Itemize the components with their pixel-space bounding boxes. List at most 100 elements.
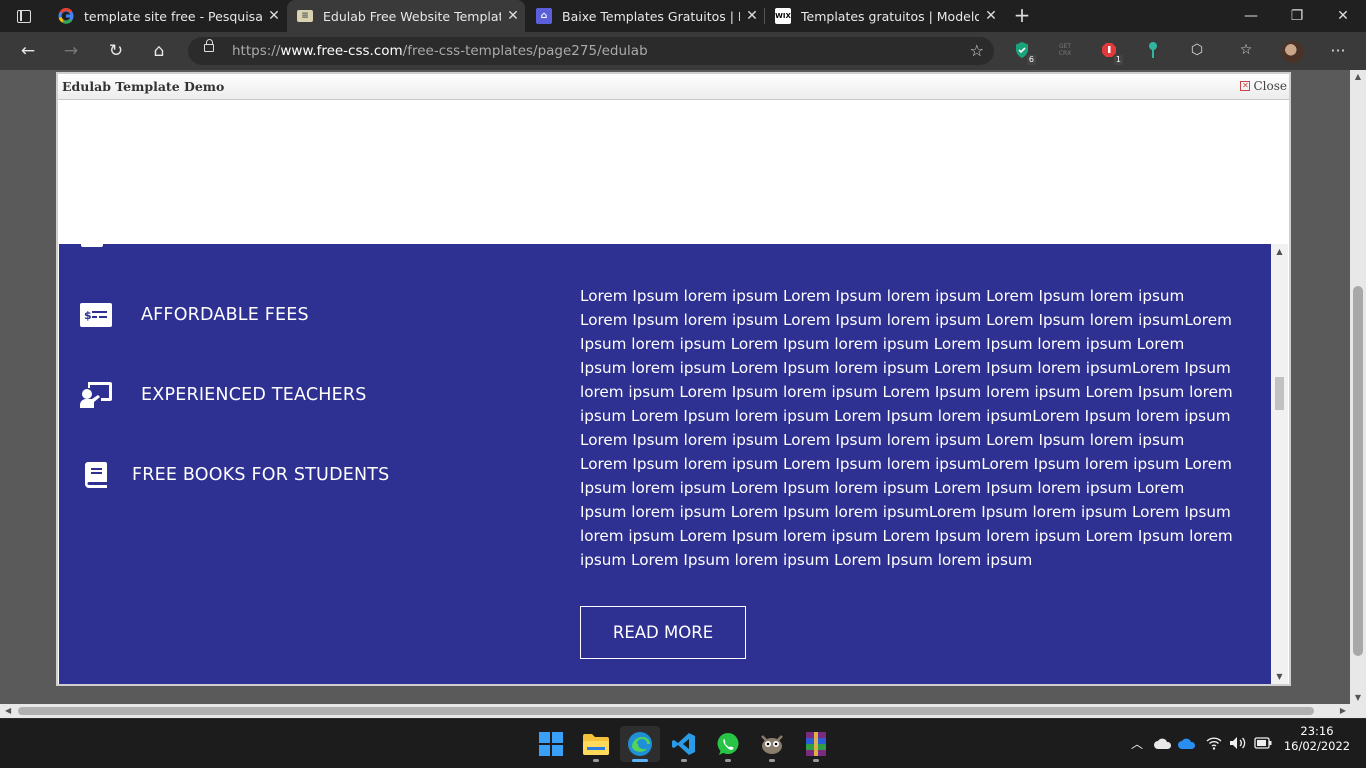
key-extension-icon[interactable] — [1141, 38, 1165, 62]
start-button[interactable] — [531, 726, 571, 762]
tab-baixe-templates[interactable]: ⌂ Baixe Templates Gratuitos | Down ✕ — [526, 0, 764, 32]
vscode-icon — [672, 733, 695, 755]
tab-google-search[interactable]: template site free - Pesquisa Goo ✕ — [48, 0, 286, 32]
frame-vertical-scrollbar[interactable]: ▲ ▼ — [1271, 244, 1288, 684]
book-icon — [80, 462, 112, 488]
tab-title: template site free - Pesquisa Goo — [84, 8, 262, 24]
tab-actions-button[interactable] — [0, 0, 48, 32]
running-indicator — [632, 759, 648, 762]
edge-button[interactable] — [620, 726, 660, 762]
tab-edulab[interactable]: ≡ Edulab Free Website Template | F ✕ — [287, 0, 525, 32]
running-indicator — [593, 759, 599, 762]
feature-label: EXPERIENCED TEACHERS — [141, 385, 367, 405]
feature-free-books: FREE BOOKS FOR STUDENTS — [80, 462, 390, 488]
forward-button[interactable]: → — [58, 39, 84, 63]
why-choose-us-section: $ AFFORDABLE FEES EXPERIENCED TEACHERS F… — [59, 244, 1271, 684]
profile-avatar[interactable] — [1282, 41, 1304, 63]
close-window-button[interactable]: ✕ — [1320, 0, 1366, 32]
tab-close-icon[interactable]: ✕ — [262, 8, 286, 24]
modal-close-button[interactable]: ✕ Close — [1240, 79, 1287, 93]
running-indicator — [681, 759, 687, 762]
add-favorite-icon[interactable]: ☆ — [970, 41, 984, 60]
lock-icon — [204, 39, 214, 52]
whatsapp-button[interactable] — [708, 726, 748, 762]
wifi-icon[interactable] — [1206, 736, 1222, 753]
tab-title: Baixe Templates Gratuitos | Down — [562, 8, 740, 24]
vscode-button[interactable] — [664, 726, 704, 762]
favorites-icon[interactable]: ☆ — [1234, 38, 1258, 62]
restore-button[interactable]: ❐ — [1274, 0, 1320, 32]
tab-close-icon[interactable]: ✕ — [501, 8, 525, 24]
browser-tab-bar: template site free - Pesquisa Goo ✕ ≡ Ed… — [0, 0, 1366, 32]
back-button[interactable]: ← — [15, 39, 41, 63]
address-bar[interactable]: https://www.free-css.com/free-css-templa… — [188, 37, 994, 65]
tab-wix-templates[interactable]: WIX Templates gratuitos | Modelos de ✕ — [765, 0, 1003, 32]
template-preview-frame: $ AFFORDABLE FEES EXPERIENCED TEACHERS F… — [59, 101, 1288, 684]
clock-time: 23:16 — [1300, 724, 1334, 738]
clock-date: 16/02/2022 — [1283, 739, 1351, 753]
show-hidden-icons[interactable]: ︿ — [1131, 735, 1143, 752]
extensions-puzzle-icon[interactable]: ⬡ — [1185, 38, 1209, 62]
scrollbar-thumb[interactable] — [1275, 377, 1284, 410]
file-explorer-button[interactable] — [576, 726, 616, 762]
scroll-right-icon[interactable]: ▶ — [1340, 704, 1346, 718]
page-vertical-scrollbar[interactable]: ▲ ▼ — [1350, 70, 1366, 704]
shield-extension-badge: 6 — [1026, 55, 1036, 65]
about-paragraph: Lorem Ipsum lorem ipsum Lorem Ipsum lore… — [580, 287, 1233, 569]
partial-icon — [81, 244, 103, 247]
new-tab-button[interactable]: + — [1010, 0, 1034, 32]
teacher-icon — [80, 382, 112, 408]
scrollbar-thumb[interactable] — [18, 707, 1314, 715]
file-explorer-icon — [583, 734, 609, 755]
start-icon — [539, 732, 563, 756]
winrar-button[interactable] — [796, 726, 836, 762]
svg-text:$: $ — [84, 309, 92, 322]
edge-icon — [628, 732, 652, 756]
running-indicator — [769, 759, 775, 762]
refresh-button[interactable]: ↻ — [103, 39, 129, 63]
google-icon — [58, 8, 74, 24]
get-crx-label: GET CRX — [1058, 43, 1072, 57]
wix-icon: WIX — [775, 8, 791, 24]
tab-close-icon[interactable]: ✕ — [979, 8, 1003, 24]
volume-icon[interactable] — [1229, 736, 1247, 753]
scroll-up-icon[interactable]: ▲ — [1350, 72, 1366, 81]
feature-affordable-fees: $ AFFORDABLE FEES — [80, 302, 309, 328]
scroll-down-icon[interactable]: ▼ — [1271, 672, 1288, 681]
more-menu-icon[interactable]: ··· — [1326, 38, 1350, 62]
feature-experienced-teachers: EXPERIENCED TEACHERS — [80, 382, 367, 408]
page-horizontal-scrollbar[interactable]: ◀ ▶ — [0, 704, 1366, 718]
scrollbar-thumb[interactable] — [1353, 286, 1363, 656]
read-more-button[interactable]: READ MORE — [580, 606, 746, 659]
adblock-badge: 1 — [1113, 55, 1123, 65]
system-clock[interactable]: 23:16 16/02/2022 — [1280, 724, 1354, 754]
minimize-button[interactable]: — — [1228, 0, 1274, 32]
home-button[interactable]: ⌂ — [146, 39, 172, 63]
adblock-icon[interactable]: 1 — [1097, 38, 1123, 65]
scroll-down-icon[interactable]: ▼ — [1350, 693, 1366, 702]
url-path: /free-css-templates/page275/edulab — [402, 43, 648, 59]
shield-extension-icon[interactable]: 6 — [1010, 38, 1036, 65]
get-crx-icon[interactable]: GET CRX — [1053, 38, 1077, 62]
running-indicator — [813, 759, 819, 762]
money-bill-icon: $ — [80, 302, 112, 328]
tab-close-icon[interactable]: ✕ — [740, 8, 764, 24]
modal-header: Edulab Template Demo ✕ Close — [58, 74, 1289, 100]
feature-label: AFFORDABLE FEES — [141, 305, 309, 325]
tab-title: Edulab Free Website Template | F — [323, 8, 501, 24]
onedrive-personal-icon[interactable] — [1154, 738, 1172, 752]
gimp-icon — [761, 735, 783, 754]
close-icon: ✕ — [1240, 81, 1251, 91]
onedrive-business-icon[interactable] — [1178, 738, 1196, 752]
scroll-up-icon[interactable]: ▲ — [1271, 247, 1288, 256]
whatsapp-icon — [717, 733, 739, 755]
templates-icon: ⌂ — [536, 8, 552, 24]
scroll-left-icon[interactable]: ◀ — [5, 704, 11, 718]
tab-title: Templates gratuitos | Modelos de — [801, 8, 979, 24]
modal-title: Edulab Template Demo — [62, 79, 225, 94]
url-host: www.free-css.com — [280, 43, 403, 59]
battery-icon[interactable] — [1254, 737, 1272, 752]
url-text: https://www.free-css.com/free-css-templa… — [232, 43, 648, 59]
template-demo-modal: Edulab Template Demo ✕ Close $ AFFORDABL… — [56, 72, 1291, 686]
gimp-button[interactable] — [752, 726, 792, 762]
